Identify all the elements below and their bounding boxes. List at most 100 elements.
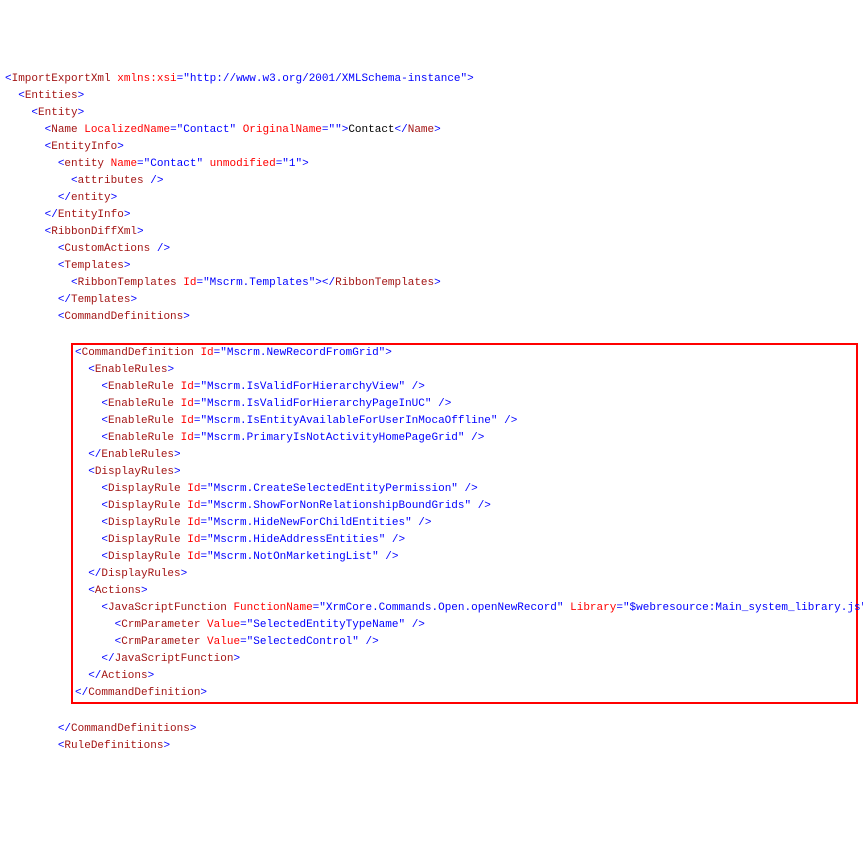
token-pun: =" [214, 347, 227, 359]
token-pun: "> [296, 158, 309, 170]
token-pun: > [137, 226, 144, 238]
token-tag: EnableRule [108, 415, 174, 427]
token-txt [150, 243, 157, 255]
token-tag: JavaScriptFunction [115, 653, 234, 665]
token-pun: </ [45, 209, 58, 221]
code-line: <Entities> [5, 88, 858, 105]
token-pun: " [557, 602, 570, 614]
token-val: Mscrm.HideNewForChildEntities [214, 517, 405, 529]
token-val: Mscrm.ShowForNonRelationshipBoundGrids [214, 500, 465, 512]
code-line: <DisplayRule Id="Mscrm.CreateSelectedEnt… [75, 481, 854, 498]
token-pun: =" [170, 124, 183, 136]
code-line: <RibbonTemplates Id="Mscrm.Templates"></… [5, 275, 858, 292]
token-tag: attributes [78, 175, 144, 187]
token-pun: " [229, 124, 242, 136]
token-txt: Contact [348, 124, 394, 136]
token-pun: =" [200, 483, 213, 495]
code-block-before: <ImportExportXml xmlns:xsi="http://www.w… [5, 71, 858, 326]
token-pun: > [233, 653, 240, 665]
code-line: </Templates> [5, 292, 858, 309]
token-txt [200, 636, 207, 648]
token-pun: =" [194, 381, 207, 393]
token-attr: OriginalName [243, 124, 322, 136]
code-line: </EnableRules> [75, 447, 854, 464]
token-tag: Actions [95, 585, 141, 597]
token-attr: Id [200, 347, 213, 359]
token-pun: < [88, 585, 95, 597]
token-val: Mscrm.NotOnMarketingList [214, 551, 372, 563]
token-val: Mscrm.Templates [210, 277, 309, 289]
token-pun: < [88, 364, 95, 376]
token-pun: > [434, 277, 441, 289]
token-tag: EnableRules [95, 364, 168, 376]
token-attr: Id [181, 398, 194, 410]
code-line: </JavaScriptFunction> [75, 651, 854, 668]
token-pun: "> [461, 73, 474, 85]
token-pun: </ [75, 687, 88, 699]
token-tag: EntityInfo [51, 141, 117, 153]
token-pun: < [88, 466, 95, 478]
token-pun: < [115, 619, 122, 631]
code-line: <EnableRule Id="Mscrm.IsValidForHierarch… [75, 396, 854, 413]
token-tag: Templates [71, 294, 130, 306]
token-pun: < [115, 636, 122, 648]
token-pun: </ [58, 294, 71, 306]
token-pun: < [101, 602, 108, 614]
token-pun: </ [88, 449, 101, 461]
token-tag: CommandDefinitions [71, 723, 190, 735]
token-attr: LocalizedName [84, 124, 170, 136]
token-tag: Entities [25, 90, 78, 102]
token-attr: unmodified [210, 158, 276, 170]
token-pun: </ [395, 124, 408, 136]
token-pun: > [181, 568, 188, 580]
token-pun: " /> [451, 483, 477, 495]
token-attr: Name [111, 158, 137, 170]
token-pun: /> [150, 175, 163, 187]
code-line: <EnableRule Id="Mscrm.IsValidForHierarch… [75, 379, 854, 396]
code-line: <CommandDefinition Id="Mscrm.NewRecordFr… [75, 345, 854, 362]
token-attr: Id [187, 500, 200, 512]
token-tag: ImportExportXml [12, 73, 111, 85]
token-tag: EnableRule [108, 381, 174, 393]
code-line: <CustomActions /> [5, 241, 858, 258]
code-line: <EntityInfo> [5, 139, 858, 156]
token-val: $webresource:Main_system_library.js [630, 602, 861, 614]
code-line: <Templates> [5, 258, 858, 275]
token-tag: CommandDefinition [82, 347, 194, 359]
token-pun: > [174, 466, 181, 478]
token-pun: > [167, 364, 174, 376]
token-pun: =" [616, 602, 629, 614]
code-line: <DisplayRule Id="Mscrm.HideNewForChildEn… [75, 515, 854, 532]
token-pun: </ [101, 653, 114, 665]
code-line: </Actions> [75, 668, 854, 685]
token-pun: </ [58, 723, 71, 735]
code-line: <JavaScriptFunction FunctionName="XrmCor… [75, 600, 854, 617]
token-pun: " /> [491, 415, 517, 427]
token-val: Mscrm.PrimaryIsNotActivityHomePageGrid [207, 432, 458, 444]
token-pun: > [111, 192, 118, 204]
token-attr: Value [207, 619, 240, 631]
token-tag: CustomActions [64, 243, 150, 255]
token-pun: > [200, 687, 207, 699]
token-pun: </ [88, 670, 101, 682]
token-pun: =" [313, 602, 326, 614]
code-line: <attributes /> [5, 173, 858, 190]
token-pun: =" [194, 432, 207, 444]
token-val: SelectedEntityTypeName [253, 619, 398, 631]
token-pun: =" [200, 551, 213, 563]
token-tag: DisplayRules [101, 568, 180, 580]
token-pun: " [196, 158, 209, 170]
token-pun: =" [200, 500, 213, 512]
code-line: <DisplayRule Id="Mscrm.HideAddressEntiti… [75, 532, 854, 549]
token-pun: " /> [398, 381, 424, 393]
token-tag: CommandDefinitions [64, 311, 183, 323]
token-tag: entity [64, 158, 104, 170]
token-attr: Id [187, 483, 200, 495]
token-tag: Actions [101, 670, 147, 682]
code-line: <EnableRule Id="Mscrm.IsEntityAvailableF… [75, 413, 854, 430]
code-line: </DisplayRules> [75, 566, 854, 583]
token-pun: > [434, 124, 441, 136]
token-val: Mscrm.HideAddressEntities [214, 534, 379, 546]
token-tag: RibbonTemplates [335, 277, 434, 289]
token-pun: < [71, 175, 78, 187]
